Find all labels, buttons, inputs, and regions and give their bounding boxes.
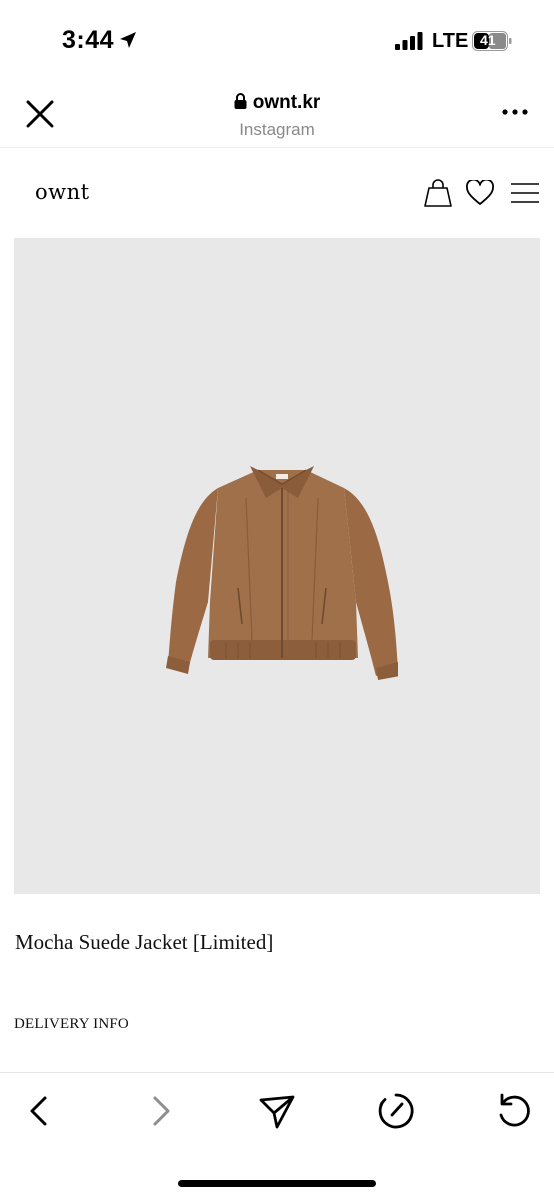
page-url: ownt.kr bbox=[252, 92, 321, 113]
shopping-bag-icon[interactable] bbox=[424, 178, 452, 208]
menu-icon[interactable] bbox=[510, 182, 540, 204]
site-header: ownt bbox=[0, 150, 554, 238]
back-icon[interactable] bbox=[20, 1091, 60, 1131]
heart-icon[interactable] bbox=[466, 180, 494, 206]
compass-icon[interactable] bbox=[376, 1091, 416, 1131]
share-icon[interactable] bbox=[257, 1091, 297, 1131]
jacket-image bbox=[166, 466, 398, 680]
delivery-info-link[interactable]: DELIVERY INFO bbox=[14, 1016, 129, 1033]
network-type: LTE bbox=[432, 30, 469, 52]
site-logo[interactable]: ownt bbox=[35, 180, 90, 204]
more-options-icon[interactable] bbox=[500, 102, 530, 122]
reload-icon[interactable] bbox=[494, 1091, 534, 1131]
battery-level: 41 bbox=[480, 32, 496, 48]
url-bar[interactable]: ownt.kr bbox=[0, 92, 554, 114]
product-image[interactable] bbox=[14, 238, 540, 894]
browser-source: Instagram bbox=[239, 120, 315, 139]
status-time: 3:44 bbox=[62, 26, 115, 54]
forward-icon[interactable] bbox=[140, 1091, 180, 1131]
signal-bars-icon bbox=[395, 32, 423, 50]
location-arrow-icon bbox=[120, 32, 136, 48]
home-indicator[interactable] bbox=[178, 1180, 376, 1187]
product-title: Mocha Suede Jacket [Limited] bbox=[15, 930, 274, 954]
lock-icon bbox=[234, 93, 247, 109]
browser-header: ownt.kr Instagram bbox=[0, 82, 554, 148]
status-bar: 3:44 LTE 41 bbox=[0, 0, 554, 82]
